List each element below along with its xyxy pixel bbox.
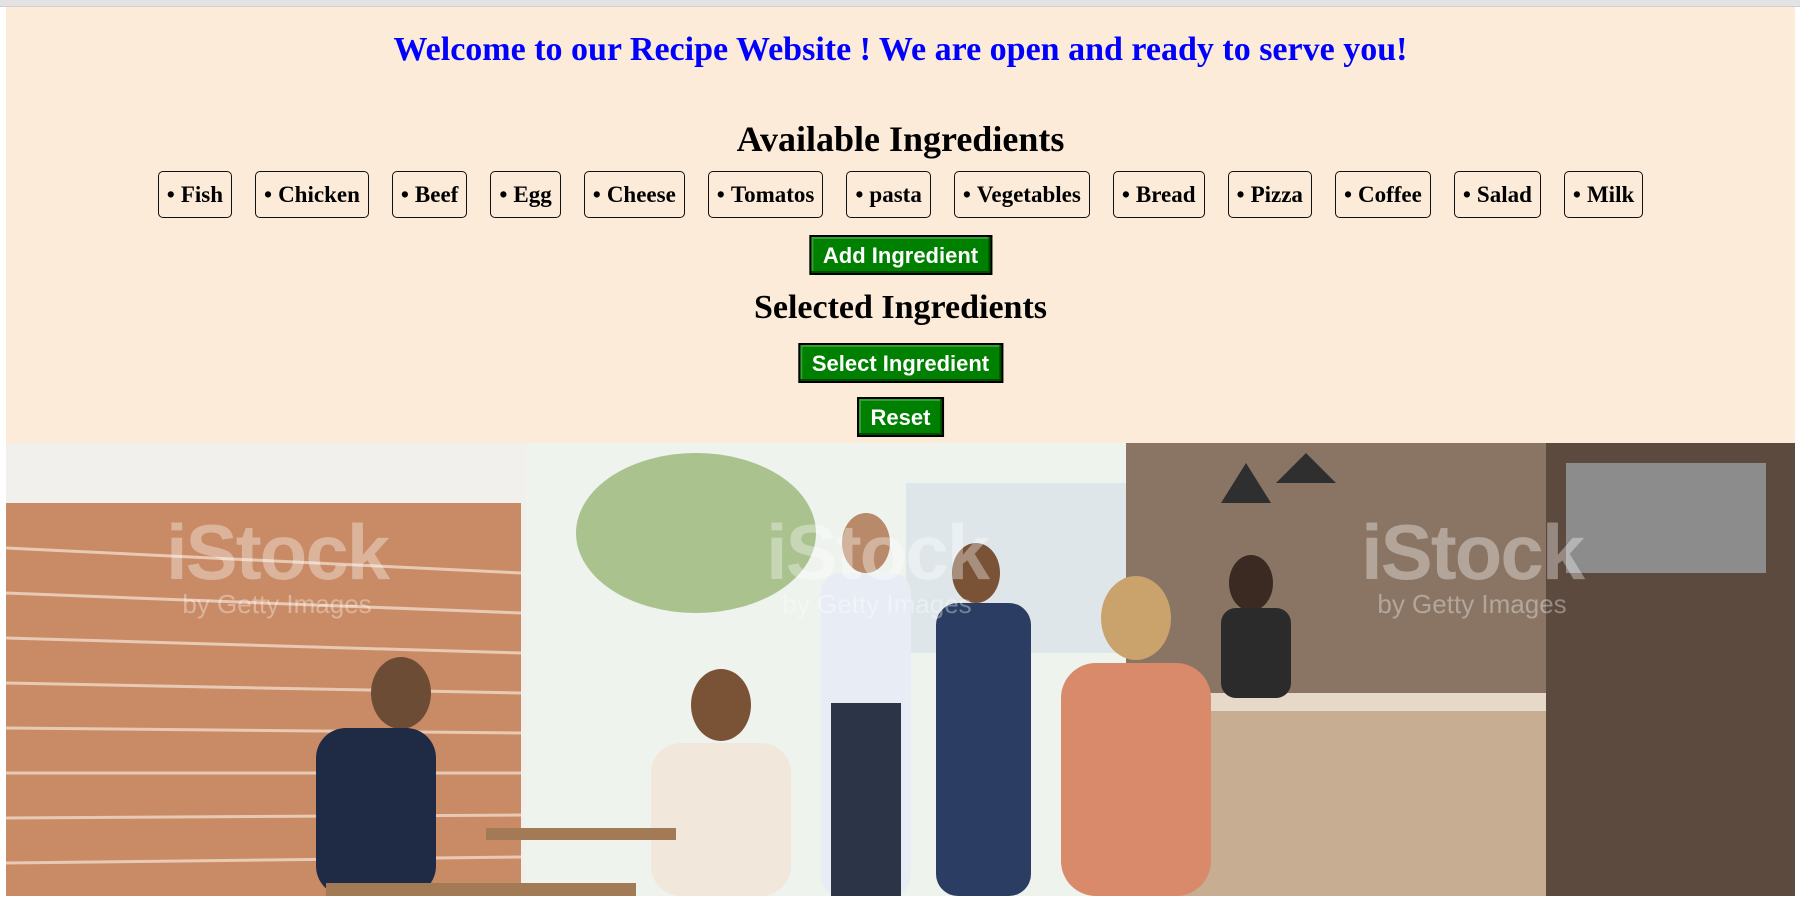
bullet-icon: •	[592, 181, 601, 207]
bullet-icon: •	[1462, 181, 1471, 207]
ingredient-label: Vegetables	[976, 181, 1081, 207]
recipe-panel: Welcome to our Recipe Website ! We are o…	[6, 7, 1795, 443]
watermark-left: iStock by Getty Images	[166, 508, 390, 619]
bullet-icon: •	[1572, 181, 1581, 207]
ingredient-chip-vegetables[interactable]: • Vegetables	[953, 171, 1090, 218]
ingredient-label: Beef	[414, 181, 459, 207]
ingredient-chip-cheese[interactable]: • Cheese	[583, 171, 685, 218]
select-ingredient-button[interactable]: Select Ingredient	[797, 343, 1004, 383]
ingredient-chip-milk[interactable]: • Milk	[1563, 171, 1644, 218]
bullet-icon: •	[962, 181, 971, 207]
ingredient-chip-beef[interactable]: • Beef	[391, 171, 468, 218]
ingredient-label: Tomatos	[730, 181, 815, 207]
ingredient-label: Bread	[1135, 181, 1196, 207]
add-ingredient-button[interactable]: Add Ingredient	[808, 235, 993, 275]
ingredient-label: Egg	[513, 181, 552, 207]
bullet-icon: •	[716, 181, 725, 207]
ingredient-chip-tomatos[interactable]: • Tomatos	[707, 171, 824, 218]
bullet-icon: •	[1236, 181, 1245, 207]
watermark-right: iStock by Getty Images	[1361, 508, 1585, 619]
ingredient-chip-chicken[interactable]: • Chicken	[255, 171, 369, 218]
ingredient-chip-bread[interactable]: • Bread	[1112, 171, 1205, 218]
ingredient-chip-salad[interactable]: • Salad	[1453, 171, 1541, 218]
reset-button[interactable]: Reset	[856, 397, 945, 437]
ingredient-chip-egg[interactable]: • Egg	[490, 171, 561, 218]
ingredient-label: Pizza	[1250, 181, 1303, 207]
ingredient-chip-pasta[interactable]: • pasta	[846, 171, 931, 218]
bullet-icon: •	[1121, 181, 1130, 207]
available-ingredients-title: Available Ingredients	[736, 119, 1065, 159]
cafe-photo: iStock by Getty Images iStock by Getty I…	[6, 443, 1795, 896]
bullet-icon: •	[499, 181, 508, 207]
ingredient-label: Cheese	[606, 181, 676, 207]
ingredient-chip-fish[interactable]: • Fish	[157, 171, 232, 218]
bullet-icon: •	[166, 181, 175, 207]
bullet-icon: •	[1343, 181, 1352, 207]
ingredient-label: Coffee	[1358, 181, 1422, 207]
welcome-heading: Welcome to our Recipe Website ! We are o…	[393, 31, 1408, 68]
ingredient-label: Chicken	[278, 181, 360, 207]
bullet-icon: •	[264, 181, 273, 207]
ingredient-label: Fish	[180, 181, 223, 207]
ingredient-label: Milk	[1586, 181, 1635, 207]
browser-top-edge	[0, 0, 1800, 7]
ingredient-label: pasta	[869, 181, 922, 207]
ingredient-list: • Fish • Chicken • Beef • Egg • Cheese • Tomatos • pa…	[6, 171, 1795, 218]
ingredient-chip-pizza[interactable]: • Pizza	[1227, 171, 1312, 218]
bullet-icon: •	[855, 181, 864, 207]
ingredient-label: Salad	[1476, 181, 1532, 207]
bullet-icon: •	[400, 181, 409, 207]
ingredient-chip-coffee[interactable]: • Coffee	[1334, 171, 1431, 218]
watermark-center: iStock by Getty Images	[766, 508, 990, 619]
selected-ingredients-title: Selected Ingredients	[753, 289, 1048, 326]
